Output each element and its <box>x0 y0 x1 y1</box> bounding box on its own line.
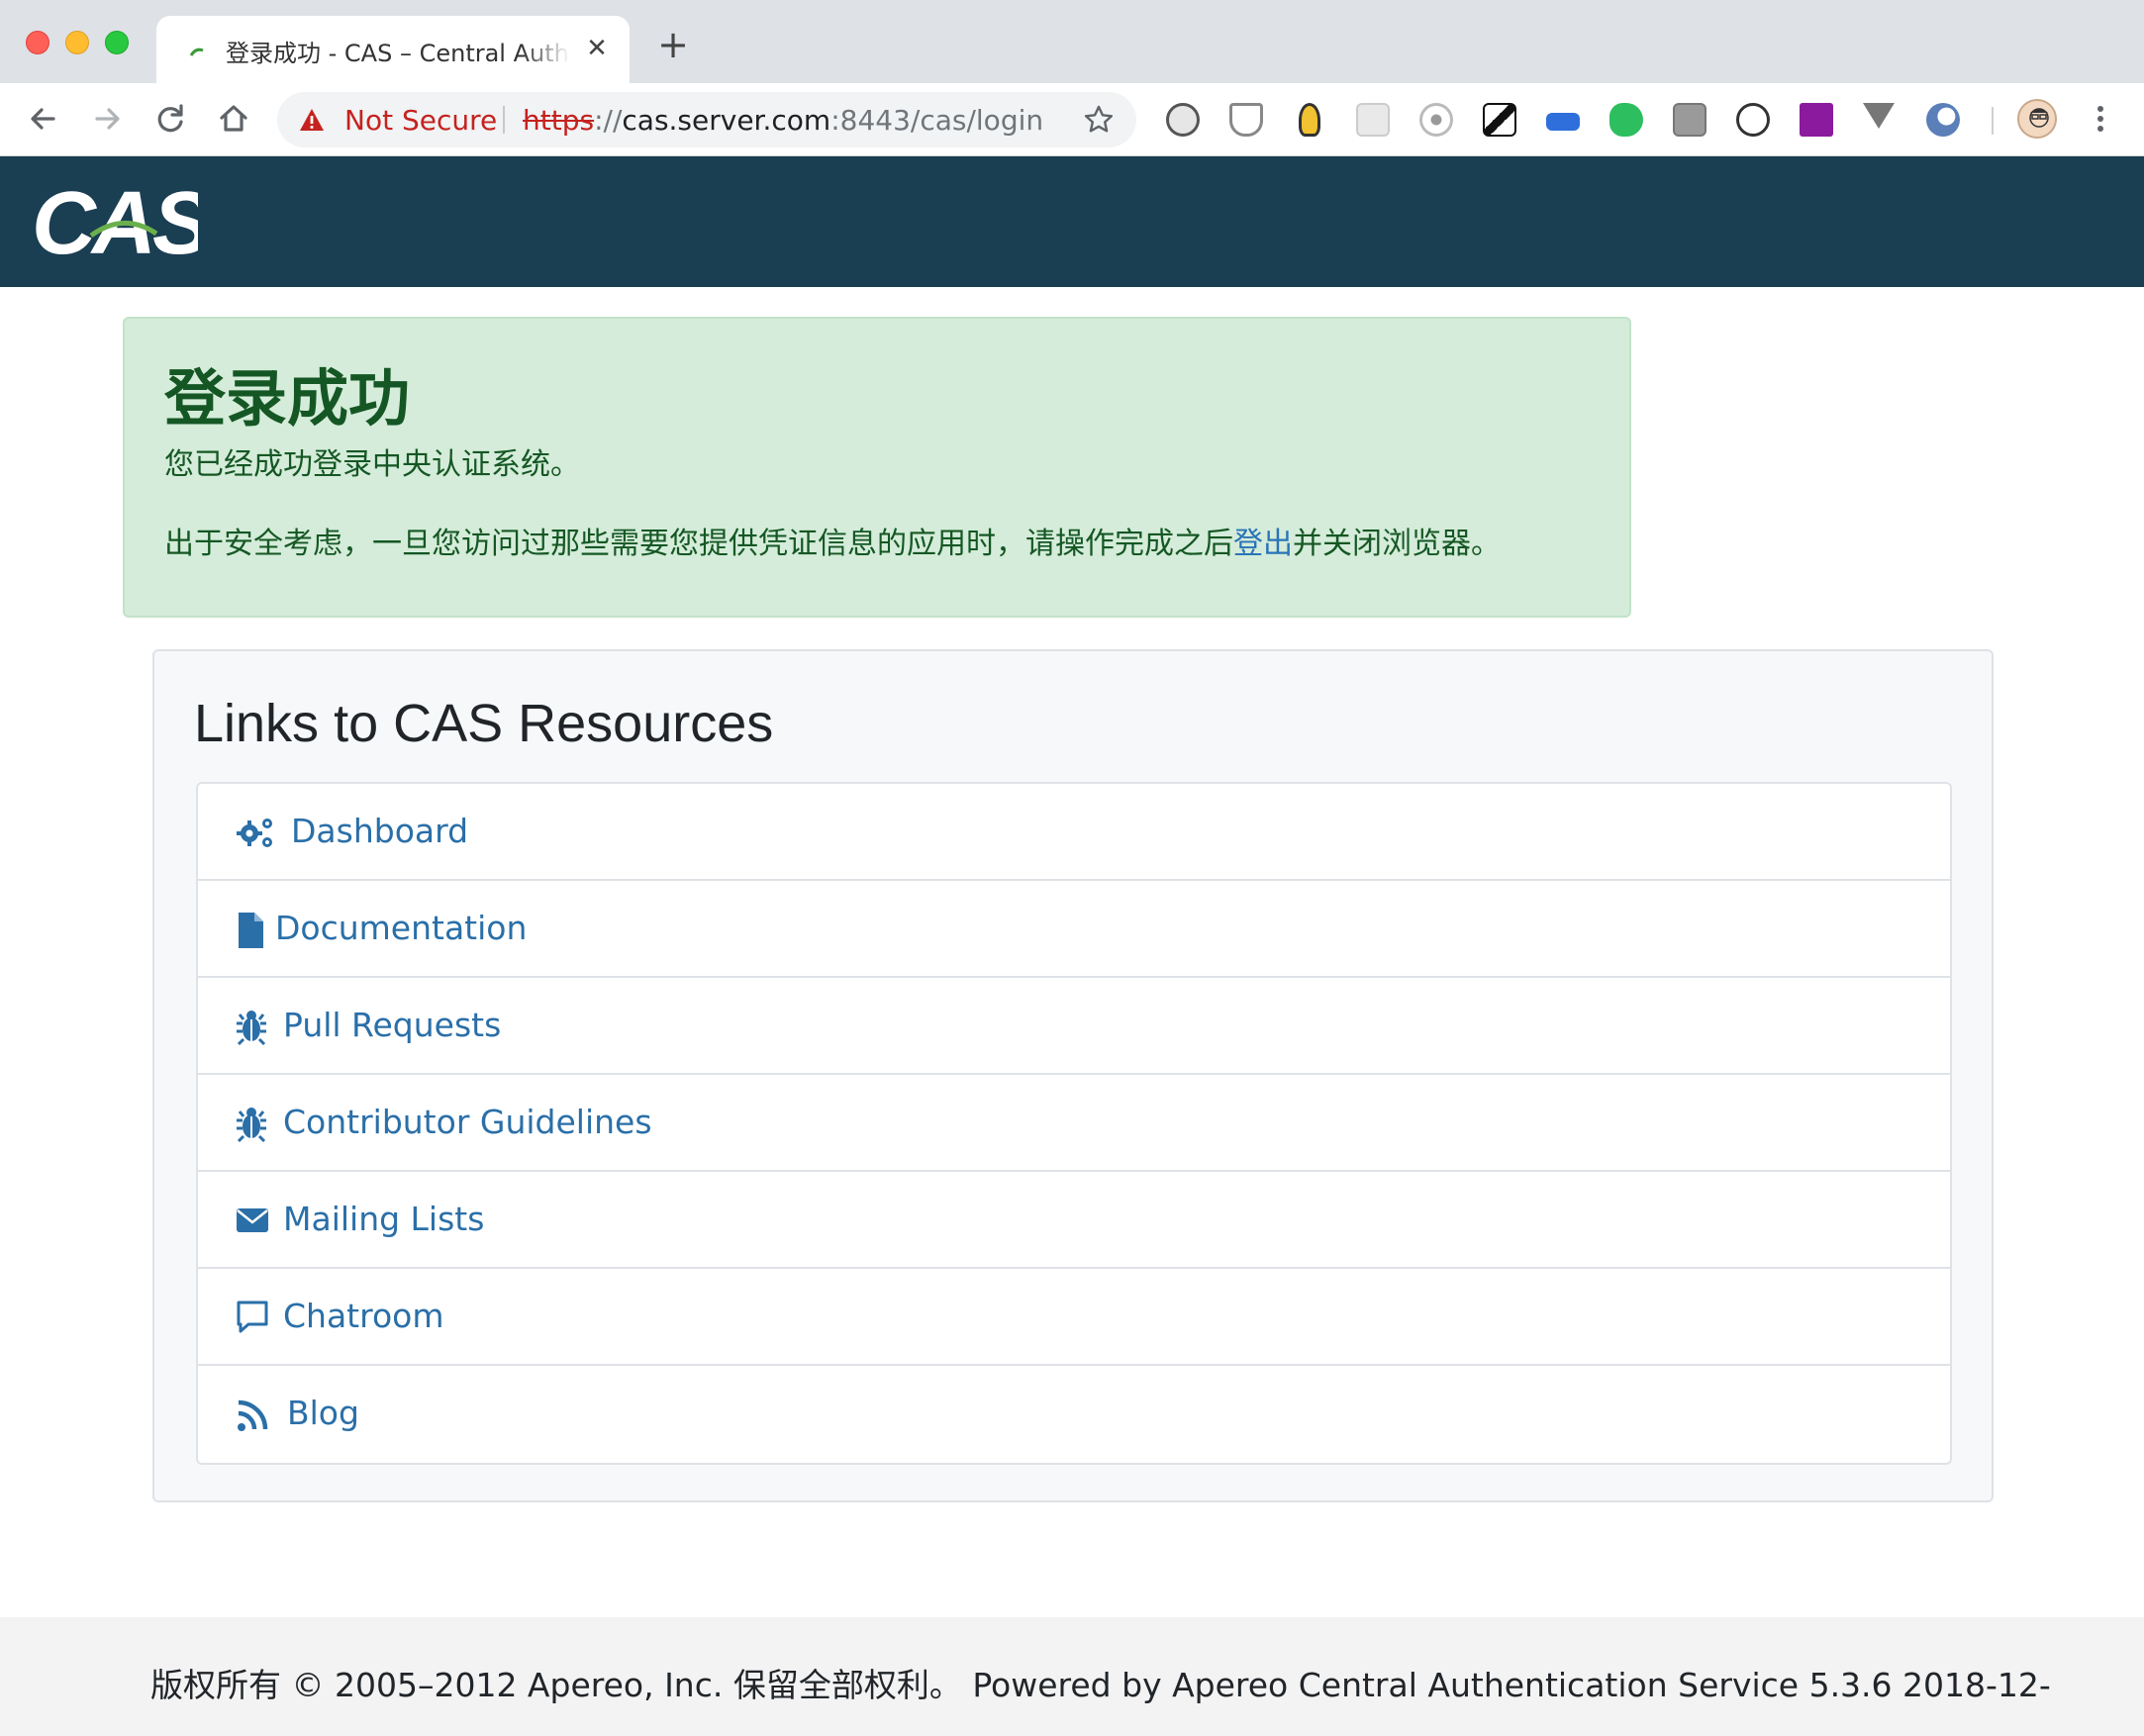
bug-icon <box>237 1011 266 1045</box>
profile-avatar[interactable] <box>2017 99 2057 139</box>
resource-label[interactable]: Dashboard <box>291 812 468 850</box>
rss-icon <box>238 1399 268 1431</box>
browser-tab-active[interactable]: 登录成功 - CAS – Central Authentication Serv… <box>156 16 630 83</box>
browser-toolbar: Not Secure https://cas.server.com:8443/c… <box>0 83 2144 156</box>
back-arrow-icon[interactable] <box>22 97 65 141</box>
resources-title: Links to CAS Resources <box>194 694 774 753</box>
cas-logo-text: CAS <box>32 178 198 265</box>
warning-triangle-icon <box>300 109 324 131</box>
security-note-text: 出于安全考虑，一旦您访问过那些需要您提供凭证信息的应用时，请操作完成之后 <box>164 527 1233 561</box>
window-minimize-button[interactable] <box>65 31 89 54</box>
keyboard-icon[interactable] <box>1546 113 1580 131</box>
home-icon[interactable] <box>212 97 255 141</box>
url-separator: :// <box>594 104 623 137</box>
tab-close-icon[interactable]: ✕ <box>582 34 612 63</box>
tab-title: 登录成功 - CAS – Central Authentication Serv… <box>226 40 570 67</box>
url-scheme: https <box>523 104 595 137</box>
file-icon <box>239 913 263 948</box>
bug-icon <box>237 1108 266 1142</box>
footer-copyright: 版权所有 © 2005–2012 Apereo, Inc. 保留全部权利。 Po… <box>150 1666 2051 1704</box>
brush-icon[interactable] <box>1483 103 1516 137</box>
resource-item-chatroom[interactable]: Chatroom <box>198 1269 1950 1366</box>
target-icon[interactable] <box>1419 103 1453 137</box>
login-success-alert: 登录成功 您已经成功登录中央认证系统。 出于安全考虑，一旦您访问过那些需要您提供… <box>123 317 1631 618</box>
resource-item-blog[interactable]: Blog <box>198 1366 1950 1463</box>
not-secure-label[interactable]: Not Secure <box>344 104 497 137</box>
circle-logo-icon[interactable] <box>1926 103 1960 137</box>
resource-label[interactable]: Blog <box>287 1394 359 1432</box>
resource-label[interactable]: Contributor Guidelines <box>283 1103 652 1141</box>
lightbulb-icon[interactable] <box>1299 103 1320 137</box>
toolbar-separator <box>1992 107 1994 135</box>
url-path: :8443/cas/login <box>830 104 1044 137</box>
resource-label[interactable]: Documentation <box>275 909 527 947</box>
omnibox-separator <box>503 106 505 134</box>
resource-item-dashboard[interactable]: Dashboard <box>198 784 1950 881</box>
reload-icon[interactable] <box>148 97 192 141</box>
axure-rp-icon[interactable] <box>1800 103 1833 137</box>
new-tab-button[interactable]: + <box>653 26 693 65</box>
cas-favicon-icon <box>189 48 204 56</box>
react-icon[interactable] <box>1356 103 1390 137</box>
browser-menu-icon[interactable] <box>2087 97 2114 141</box>
page-footer: 版权所有 © 2005–2012 Apereo, Inc. 保留全部权利。 Po… <box>0 1617 2144 1736</box>
resources-card: Links to CAS Resources Dashboard Documen… <box>152 649 1994 1502</box>
comment-icon <box>237 1301 268 1333</box>
forward-arrow-icon[interactable] <box>85 97 129 141</box>
bookmark-star-icon[interactable] <box>1083 104 1115 136</box>
resource-item-mailing-lists[interactable]: Mailing Lists <box>198 1172 1950 1269</box>
shield-icon[interactable] <box>1229 103 1263 137</box>
url-host: cas.server.com <box>622 104 831 137</box>
window-close-button[interactable] <box>26 31 49 54</box>
address-bar[interactable]: Not Secure https://cas.server.com:8443/c… <box>277 92 1136 147</box>
cas-header: CAS <box>0 156 2144 287</box>
alert-message: 您已经成功登录中央认证系统。 <box>164 447 580 482</box>
alert-security-note: 出于安全考虑，一旦您访问过那些需要您提供凭证信息的应用时，请操作完成之后登出并关… <box>164 519 1501 562</box>
security-note-tail: 并关闭浏览器。 <box>1293 527 1501 561</box>
cogs-icon <box>237 819 272 847</box>
browser-tab-bar: 登录成功 - CAS – Central Authentication Serv… <box>0 0 2144 83</box>
envelope-icon <box>237 1208 268 1232</box>
openai-icon[interactable] <box>1736 103 1770 137</box>
vue-icon[interactable] <box>1863 103 1895 129</box>
alert-title: 登录成功 <box>164 362 411 434</box>
resource-item-documentation[interactable]: Documentation <box>198 881 1950 978</box>
film-reel-icon[interactable] <box>1166 103 1200 137</box>
resource-label[interactable]: Mailing Lists <box>283 1200 484 1238</box>
resource-item-pull-requests[interactable]: Pull Requests <box>198 978 1950 1075</box>
logout-link[interactable]: 登出 <box>1233 527 1293 561</box>
screenshot-icon[interactable] <box>1673 103 1706 137</box>
resource-label[interactable]: Chatroom <box>283 1297 444 1335</box>
url-text[interactable]: https://cas.server.com:8443/cas/login <box>523 104 1043 137</box>
cas-logo: CAS <box>32 178 198 265</box>
evernote-icon[interactable] <box>1609 103 1643 137</box>
window-zoom-button[interactable] <box>105 31 129 54</box>
resource-label[interactable]: Pull Requests <box>283 1006 501 1044</box>
resources-list: Dashboard Documentation Pull Requests Co… <box>196 782 1952 1465</box>
resource-item-contributor-guidelines[interactable]: Contributor Guidelines <box>198 1075 1950 1172</box>
